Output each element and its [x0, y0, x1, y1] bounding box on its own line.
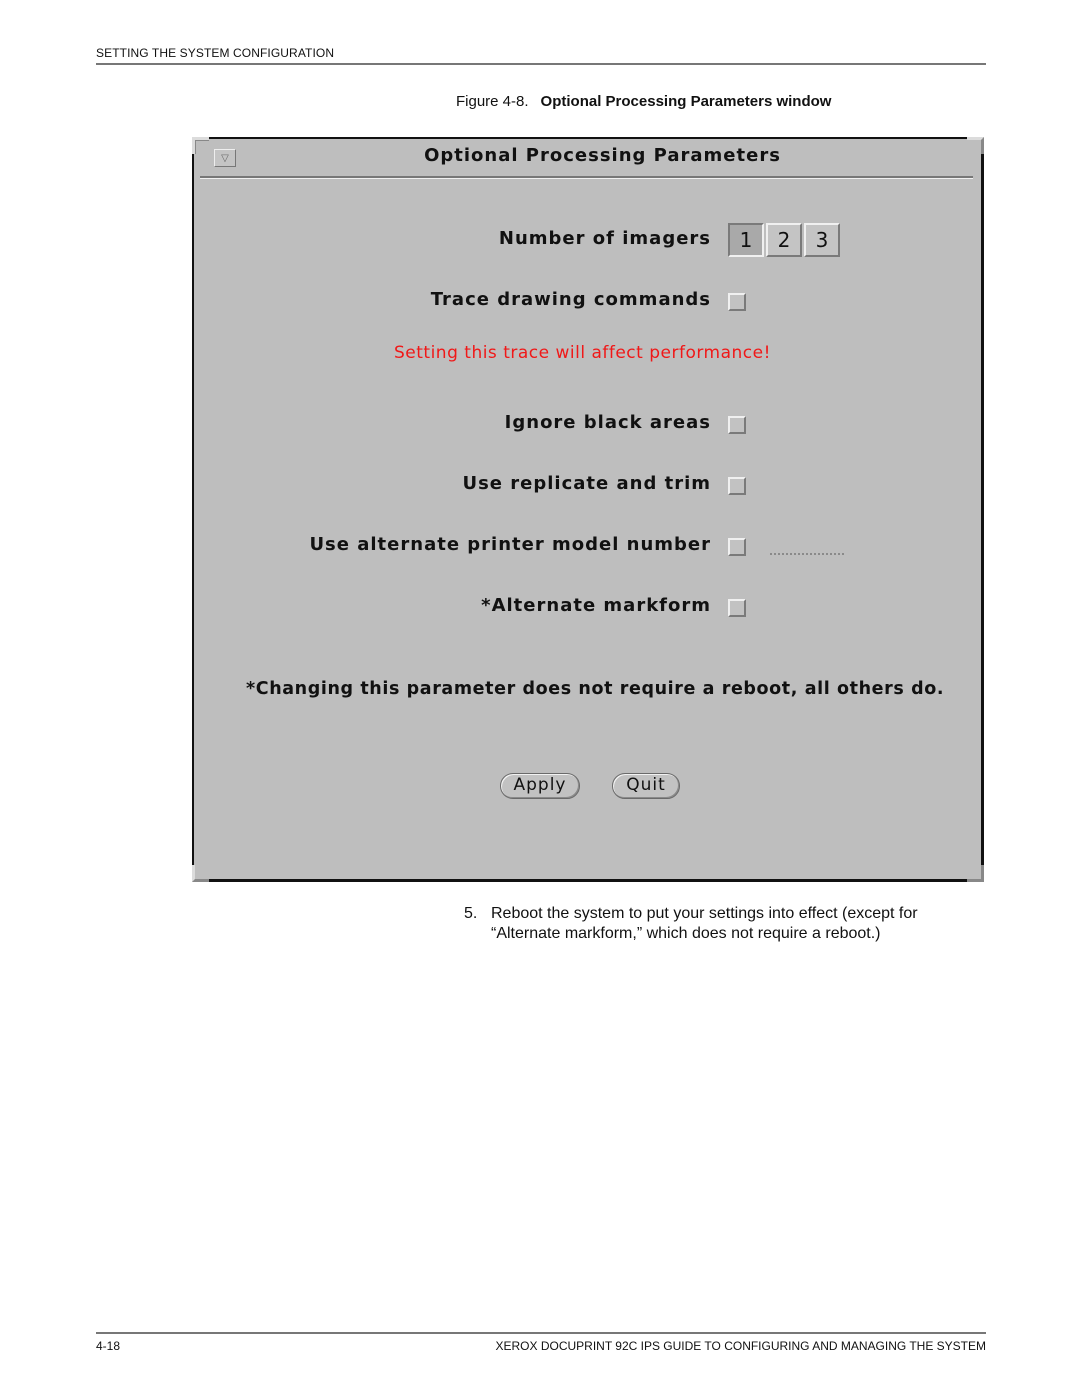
replicate-trim-checkbox[interactable] [728, 477, 746, 495]
resize-corner-bottom-right[interactable] [967, 865, 984, 882]
resize-corner-bottom-left[interactable] [192, 865, 209, 882]
optional-processing-window: ▽ Optional Processing Parameters Number … [192, 137, 984, 882]
footer-rule [96, 1332, 986, 1334]
imagers-label: Number of imagers [498, 228, 711, 249]
alt-model-checkbox[interactable] [728, 538, 746, 556]
header-rule [96, 63, 986, 65]
step-number: 5. [464, 905, 478, 922]
replicate-trim-label: Use replicate and trim [462, 473, 711, 494]
imagers-option-3[interactable]: 3 [804, 223, 840, 257]
running-head: SETTING THE SYSTEM CONFIGURATION [96, 46, 335, 60]
step-text: Reboot the system to put your settings i… [491, 905, 918, 942]
alt-markform-label: *Alternate markform [481, 595, 711, 616]
title-separator [200, 176, 973, 179]
quit-button[interactable]: Quit [612, 773, 680, 799]
apply-button[interactable]: Apply [500, 773, 580, 799]
reboot-note: *Changing this parameter does not requir… [246, 679, 945, 699]
imagers-option-1[interactable]: 1 [728, 223, 764, 257]
trace-checkbox[interactable] [728, 293, 746, 311]
figure-caption: Figure 4-8. Optional Processing Parameter… [456, 93, 831, 110]
figure-number: Figure 4-8. [456, 93, 529, 110]
footer-title: XEROX DOCUPRINT 92C IPS GUIDE TO CONFIGU… [495, 1339, 986, 1353]
trace-warning: Setting this trace will affect performan… [394, 343, 771, 363]
alt-model-number-field[interactable] [770, 553, 844, 555]
figure-title: Optional Processing Parameters window [540, 93, 832, 110]
alt-model-label: Use alternate printer model number [309, 534, 711, 555]
trace-label: Trace drawing commands [430, 289, 711, 310]
window-title: Optional Processing Parameters [424, 145, 781, 166]
ignore-black-label: Ignore black areas [504, 412, 711, 433]
alt-markform-checkbox[interactable] [728, 599, 746, 617]
imagers-option-2[interactable]: 2 [766, 223, 802, 257]
page-number: 4-18 [96, 1339, 121, 1353]
ignore-black-checkbox[interactable] [728, 416, 746, 434]
